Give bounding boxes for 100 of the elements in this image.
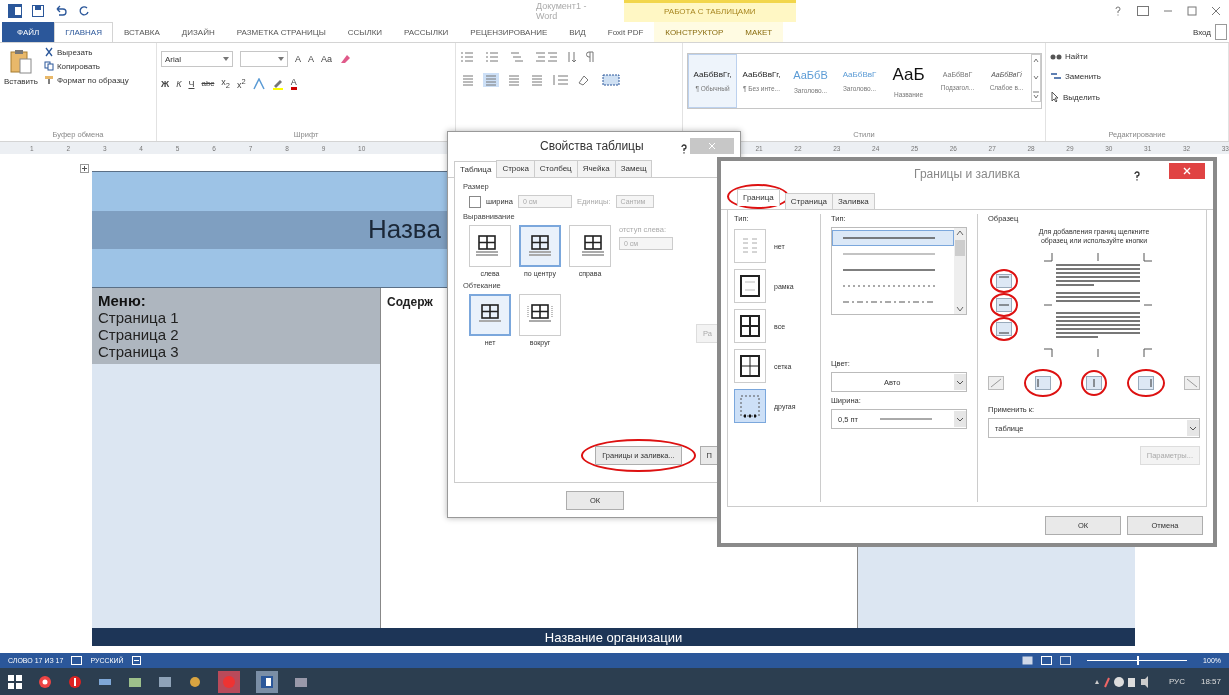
copy-button[interactable]: Копировать — [43, 61, 129, 71]
ribbon-tab[interactable]: ВИД — [558, 22, 597, 42]
browser-icon[interactable] — [38, 674, 52, 689]
read-mode-icon[interactable] — [1022, 656, 1034, 665]
close-button[interactable] — [1169, 163, 1205, 179]
ribbon-tab[interactable]: ГЛАВНАЯ — [54, 22, 113, 42]
left-border-button[interactable] — [1034, 376, 1051, 390]
cut-button[interactable]: Вырезать — [43, 47, 129, 57]
paste-button[interactable]: Вставить — [4, 47, 38, 130]
sign-in-link[interactable]: Вход — [1192, 22, 1215, 42]
sort-icon[interactable] — [566, 51, 578, 63]
menu-heading: Меню: — [98, 292, 147, 309]
dialog-tab[interactable]: Замещ — [614, 160, 653, 177]
menu-item[interactable]: Страница 2 — [98, 326, 374, 343]
font-size-field[interactable] — [240, 51, 288, 67]
font-color-button[interactable]: A — [290, 77, 297, 90]
word-icon[interactable] — [256, 670, 278, 693]
font-button[interactable]: x$^{2}$ — [237, 77, 246, 90]
font-button[interactable]: Ж — [161, 78, 170, 89]
alignment-option[interactable] — [519, 225, 561, 267]
border-setting-option[interactable] — [734, 349, 766, 383]
ribbon-display-icon[interactable] — [1137, 6, 1149, 16]
border-setting-option[interactable] — [734, 269, 766, 303]
user-icon[interactable] — [1215, 24, 1227, 40]
content-heading: Содерж — [387, 295, 433, 309]
font-button[interactable]: Ч — [188, 78, 195, 89]
ribbon-tab[interactable]: РАССЫЛКИ — [393, 22, 460, 42]
font-button[interactable]: A — [295, 54, 301, 64]
wrapping-option[interactable] — [469, 294, 511, 336]
menu-item[interactable]: Страница 3 — [98, 343, 374, 360]
ribbon-tab[interactable]: КОНСТРУКТОР — [654, 22, 735, 42]
dialog-tab[interactable]: Строка — [496, 160, 535, 177]
save-icon[interactable] — [32, 5, 44, 17]
dialog-tab[interactable]: Столбец — [533, 160, 578, 177]
font-button[interactable]: x$_{2}$ — [221, 77, 231, 90]
checkbox[interactable] — [469, 195, 481, 208]
text-effects-icon[interactable] — [252, 77, 265, 90]
ribbon-tab[interactable]: РЕЦЕНЗИРОВАНИЕ — [459, 22, 559, 42]
wrapping-option[interactable] — [519, 294, 561, 336]
ribbon-tab[interactable]: ДИЗАЙН — [170, 22, 226, 42]
dialog-tab[interactable]: Таблица — [454, 161, 498, 178]
app-icon[interactable] — [158, 674, 172, 689]
replace-icon — [1050, 71, 1062, 81]
ribbon-tab[interactable]: ФАЙЛ — [2, 22, 55, 42]
font-button[interactable]: A — [308, 54, 315, 64]
table-move-icon[interactable] — [80, 164, 89, 173]
start-icon[interactable] — [8, 674, 22, 689]
line-style-list[interactable] — [831, 227, 967, 315]
highlighter-icon[interactable] — [271, 77, 284, 90]
copy-icon — [43, 61, 54, 71]
font-name-field[interactable]: Arial — [161, 51, 233, 67]
zoom-thumb[interactable] — [1137, 656, 1140, 665]
dialog-tab[interactable]: Страница — [784, 193, 833, 209]
app-icon[interactable] — [188, 674, 202, 689]
line-style-option[interactable] — [832, 230, 954, 246]
border-setting-option[interactable] — [734, 309, 766, 343]
dialog-tab[interactable]: Заливка — [831, 193, 875, 209]
line-sample-icon — [843, 269, 935, 271]
proofing-icon[interactable] — [71, 656, 83, 665]
bottom-border-button[interactable] — [996, 322, 1012, 336]
menu-item[interactable]: Страница 1 — [98, 309, 374, 326]
dialog-tab[interactable]: Ячейка — [576, 160, 616, 177]
macro-icon[interactable] — [131, 656, 141, 665]
alignment-option[interactable] — [469, 225, 511, 267]
clock[interactable]: 18:57 — [1200, 677, 1221, 686]
right-border-button[interactable] — [1137, 376, 1154, 390]
ribbon-tab[interactable]: РАЗМЕТКА СТРАНИЦЫ — [225, 22, 337, 42]
inside-vertical-border-button[interactable] — [1086, 376, 1102, 390]
undo-icon[interactable] — [54, 5, 68, 17]
word-icon[interactable] — [8, 4, 22, 18]
ribbon-tab[interactable]: ССЫЛКИ — [336, 22, 394, 42]
inside-horizontal-border-button[interactable] — [996, 298, 1012, 312]
select-button[interactable]: Выделить — [1050, 91, 1224, 103]
web-layout-icon[interactable] — [1060, 656, 1072, 665]
format-painter-button[interactable]: Формат по образцу — [43, 75, 129, 85]
close-icon[interactable] — [1211, 6, 1221, 16]
font-button[interactable]: К — [176, 78, 182, 89]
ribbon-tab[interactable]: ВСТАВКА — [112, 22, 171, 42]
browser-icon[interactable] — [68, 674, 82, 689]
gallery-scroll-icon[interactable] — [1031, 54, 1041, 102]
help-icon[interactable] — [1133, 171, 1141, 181]
pilcrow-icon[interactable] — [585, 51, 595, 63]
help-icon[interactable] — [680, 144, 688, 154]
font-button[interactable]: abc — [201, 79, 215, 88]
clear-format-icon[interactable] — [339, 53, 352, 65]
ribbon-tab[interactable]: МАКЕТ — [734, 22, 784, 42]
maximize-icon[interactable] — [1187, 6, 1197, 16]
input-language[interactable]: РУС — [1168, 677, 1185, 686]
dialog-tab[interactable]: Граница — [737, 189, 780, 206]
ribbon-tab[interactable]: Foxit PDF — [596, 22, 655, 42]
borders-icon[interactable] — [602, 74, 620, 86]
print-layout-icon[interactable] — [1041, 656, 1053, 665]
find-button[interactable]: Найти — [1050, 51, 1224, 61]
alignment-option[interactable] — [569, 225, 611, 267]
app-icon[interactable] — [218, 670, 240, 693]
top-border-button[interactable] — [996, 274, 1012, 288]
redo-icon[interactable] — [78, 5, 90, 17]
replace-button[interactable]: Заменить — [1050, 71, 1224, 81]
scrollbar-icon[interactable] — [954, 228, 966, 314]
font-button[interactable]: Aa — [321, 54, 333, 64]
